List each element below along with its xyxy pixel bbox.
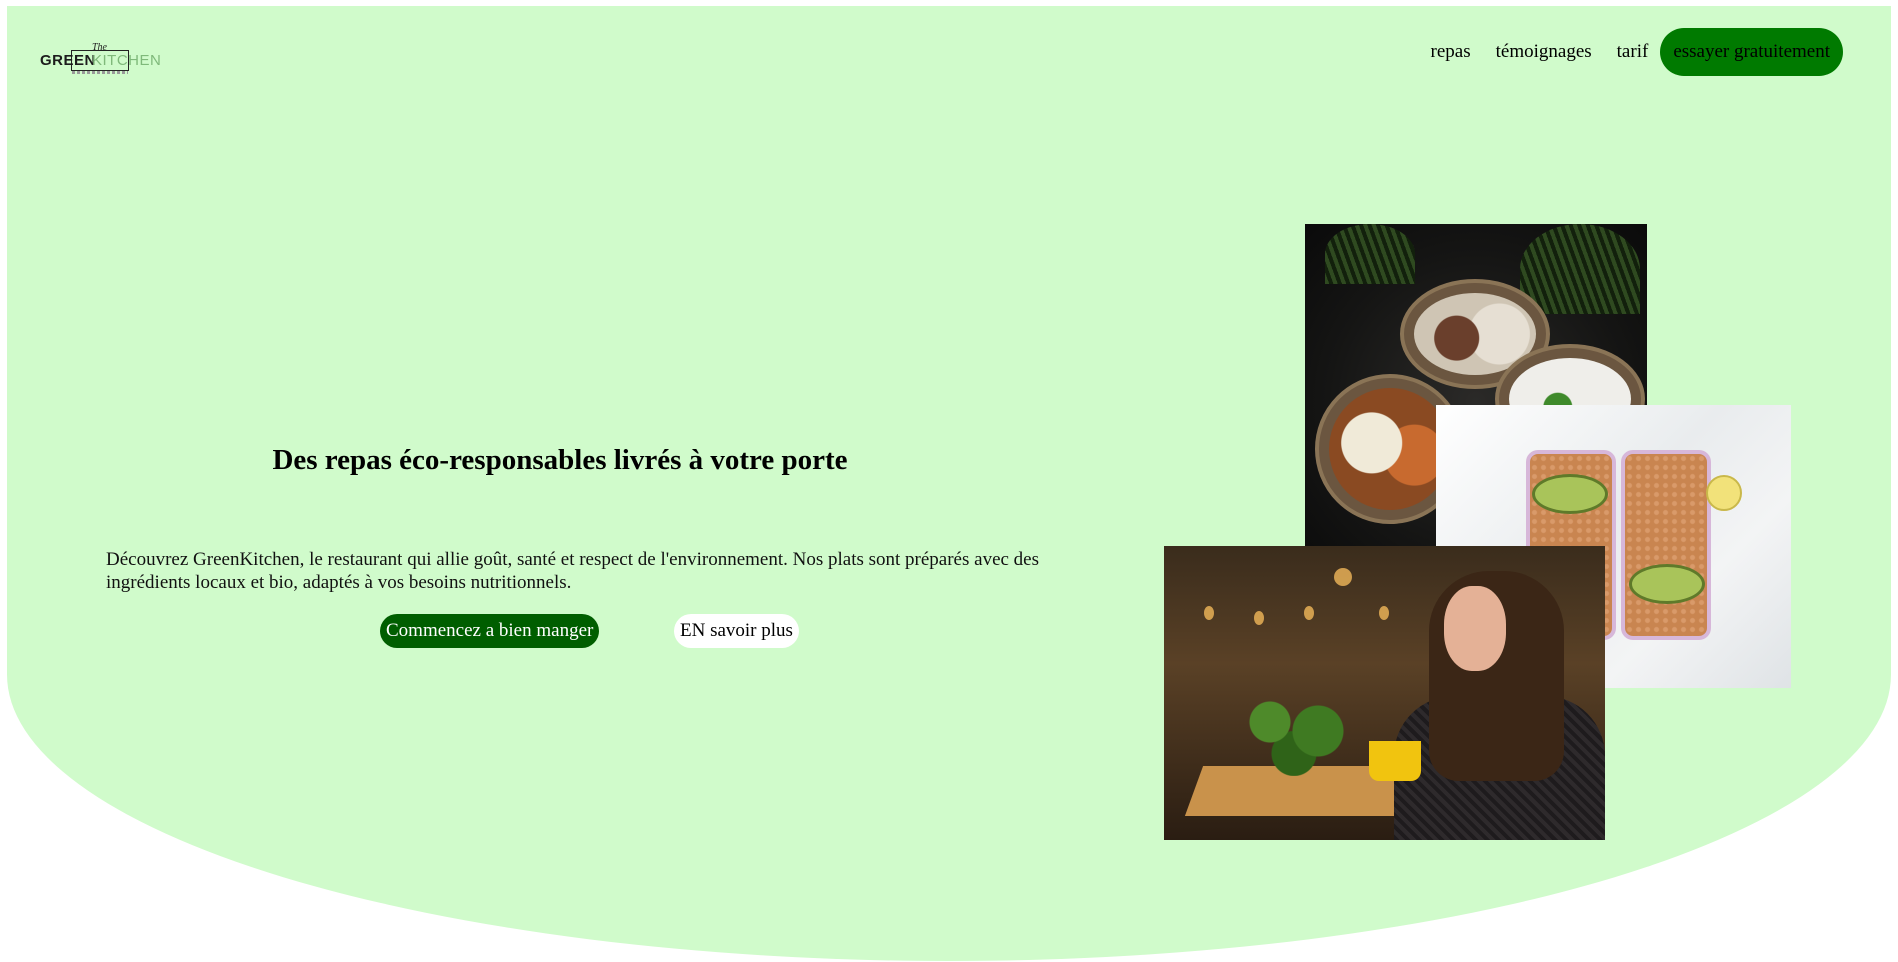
light-shape [1204, 606, 1214, 620]
bowl-food [1329, 388, 1451, 510]
hero-title: Des repas éco-responsables livrés à votr… [272, 444, 848, 476]
nav-link-tarif[interactable]: tarif [1617, 41, 1649, 63]
nav-link-repas[interactable]: repas [1431, 41, 1471, 63]
plant-shape [1325, 224, 1415, 284]
light-shape [1334, 568, 1352, 586]
light-shape [1254, 611, 1264, 625]
lunchbox-shape [1621, 450, 1711, 640]
woman-eating-photo [1164, 546, 1605, 840]
nav-link-temoignages[interactable]: témoignages [1496, 41, 1592, 63]
logo-green-text: GREEN [40, 52, 96, 69]
mug-shape [1369, 741, 1421, 781]
plants-shape [1234, 686, 1354, 776]
logo-tagline [72, 71, 128, 74]
main-nav: repas témoignages tarif essayer gratuite… [1406, 28, 1843, 76]
logo-kitchen-text: KITCHEN [92, 52, 162, 69]
brand-logo[interactable]: The GREEN KITCHEN [40, 42, 162, 78]
light-shape [1304, 606, 1314, 620]
avocado-shape [1532, 474, 1608, 514]
avocado-shape [1629, 564, 1705, 604]
light-shape [1379, 606, 1389, 620]
try-free-button[interactable]: essayer gratuitement [1660, 28, 1843, 76]
face-shape [1444, 586, 1506, 671]
start-eating-button[interactable]: Commencez a bien manger [380, 614, 600, 648]
learn-more-button[interactable]: EN savoir plus [674, 614, 799, 648]
hero-description: Découvrez GreenKitchen, le restaurant qu… [106, 549, 1040, 593]
plant-shape [1520, 224, 1640, 314]
lemon-shape [1706, 475, 1742, 511]
